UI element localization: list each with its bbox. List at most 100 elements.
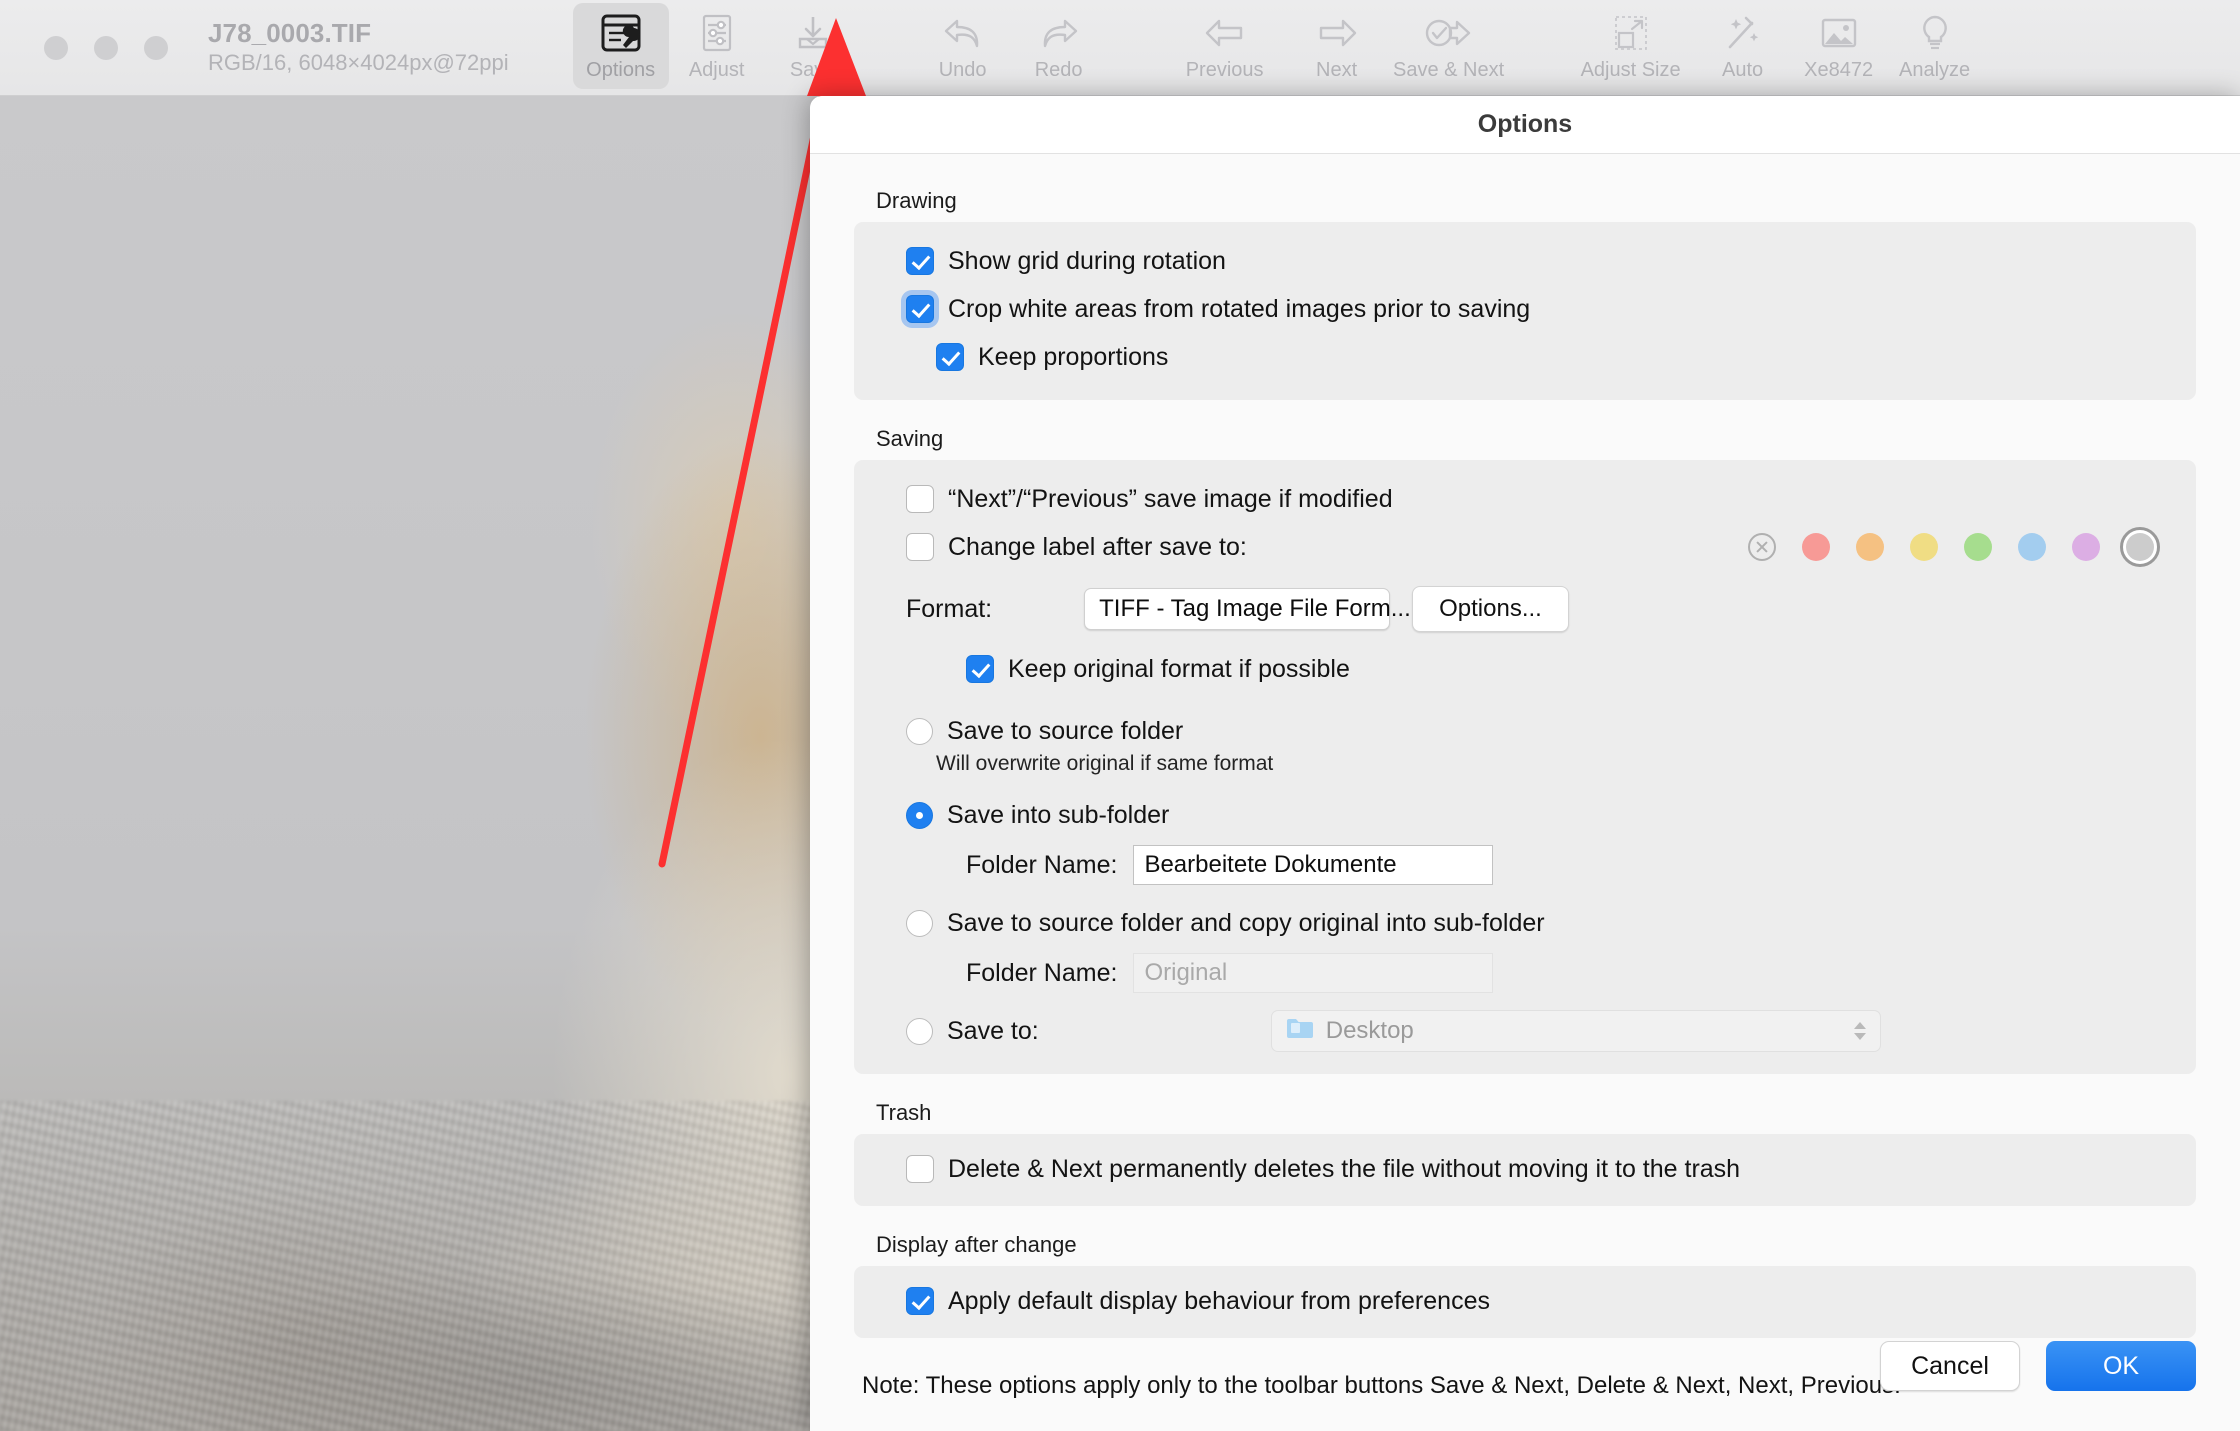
label-color-swatches xyxy=(1742,527,2172,567)
section-label-display-after-change: Display after change xyxy=(876,1232,1077,1257)
toolbar-button-xe8472[interactable]: Xe8472 xyxy=(1791,3,1887,89)
input-folder-name-original[interactable]: Original xyxy=(1133,953,1494,993)
toolbar-button-save-and-next[interactable]: Save & Next xyxy=(1385,3,1513,89)
label-format: Format: xyxy=(906,594,993,623)
maximize-button[interactable] xyxy=(144,35,168,60)
swatch-orange[interactable] xyxy=(1850,527,1890,567)
traffic-lights xyxy=(44,35,168,60)
label-folder-name-subfolder: Folder Name: xyxy=(966,850,1118,879)
swatch-yellow[interactable] xyxy=(1904,527,1944,567)
checkbox-change-label[interactable] xyxy=(906,533,934,561)
resize-icon xyxy=(1610,3,1652,57)
swatch-purple[interactable] xyxy=(2066,527,2106,567)
magic-wand-icon xyxy=(1722,3,1764,57)
swatch-no-label[interactable] xyxy=(1742,527,1782,567)
checkbox-row-show-grid[interactable]: Show grid during rotation xyxy=(906,240,2172,282)
swatch-green[interactable] xyxy=(1958,527,1998,567)
radio-save-into-subfolder[interactable] xyxy=(906,801,933,829)
toolbar-label-previous: Previous xyxy=(1185,58,1264,81)
checkbox-row-crop-white[interactable]: Crop white areas from rotated images pri… xyxy=(906,288,2172,330)
label-save-to: Save to: xyxy=(947,1016,1039,1045)
window-titlebar: J78_0003.TIF RGB/16, 6048×4024px@72ppi O… xyxy=(0,0,2240,96)
toolbar-label-adjust: Adjust xyxy=(688,58,745,81)
hint-save-to-source: Will overwrite original if same format xyxy=(936,752,1274,775)
toolbar-button-auto[interactable]: Auto xyxy=(1695,3,1791,89)
close-button[interactable] xyxy=(44,35,68,60)
label-next-prev-save: “Next”/“Previous” save image if modified xyxy=(948,484,1393,513)
checkbox-row-keep-proportions[interactable]: Keep proportions xyxy=(936,336,2172,378)
label-save-into-subfolder: Save into sub-folder xyxy=(947,800,1170,829)
ok-button[interactable]: OK xyxy=(2046,1341,2196,1391)
dialog-body: Drawing Show grid during rotation Crop w… xyxy=(810,154,2240,1400)
save-to-location-popup[interactable]: Desktop xyxy=(1270,1010,1881,1052)
sliders-icon xyxy=(697,3,737,57)
checkbox-show-grid[interactable] xyxy=(906,247,934,275)
label-show-grid: Show grid during rotation xyxy=(948,246,1226,275)
toolbar-label-auto: Auto xyxy=(1722,58,1764,81)
checkbox-row-next-prev-save[interactable]: “Next”/“Previous” save image if modified xyxy=(906,478,2172,520)
label-folder-name-original: Folder Name: xyxy=(966,958,1118,987)
swatch-gray[interactable] xyxy=(2120,527,2160,567)
label-apply-default-display: Apply default display behaviour from pre… xyxy=(948,1286,1490,1315)
format-options-button[interactable]: Options... xyxy=(1412,586,1569,632)
checkbox-row-change-label[interactable]: Change label after save to: xyxy=(906,526,2172,568)
format-popup-button[interactable]: TIFF - Tag Image File Form... xyxy=(1084,588,1433,630)
folder-name-row-subfolder: Folder Name: Bearbeitete Dokumente xyxy=(966,844,2172,886)
toolbar-button-previous[interactable]: Previous xyxy=(1161,3,1289,89)
file-meta: RGB/16, 6048×4024px@72ppi xyxy=(208,50,509,76)
label-delete-permanently: Delete & Next permanently deletes the fi… xyxy=(948,1154,1741,1183)
toolbar-label-undo: Undo xyxy=(938,58,987,81)
checkbox-delete-permanently[interactable] xyxy=(906,1155,934,1183)
checkbox-keep-proportions[interactable] xyxy=(936,343,964,371)
toolbar-button-adjust[interactable]: Adjust xyxy=(669,3,765,89)
input-folder-name-subfolder[interactable]: Bearbeitete Dokumente xyxy=(1133,845,1494,885)
toolbar-button-save[interactable]: Save xyxy=(765,3,861,89)
radio-save-to-source[interactable] xyxy=(906,717,933,745)
radio-row-save-to[interactable]: Save to: Desktop xyxy=(906,1010,2172,1052)
section-label-drawing: Drawing xyxy=(876,188,957,213)
section-trash: Delete & Next permanently deletes the fi… xyxy=(854,1134,2196,1206)
radio-save-to[interactable] xyxy=(906,1017,933,1045)
options-wrench-icon xyxy=(599,3,643,57)
photo-icon xyxy=(1818,3,1860,57)
format-row: Format: TIFF - Tag Image File Form... Op… xyxy=(906,586,2172,632)
radio-row-save-to-source[interactable]: Save to source folder xyxy=(906,710,2172,752)
lightbulb-icon xyxy=(1917,3,1953,57)
toolbar-button-redo[interactable]: Redo xyxy=(1011,3,1107,89)
save-to-location-value: Desktop xyxy=(1325,1017,1414,1044)
file-name: J78_0003.TIF xyxy=(208,18,372,49)
section-label-saving: Saving xyxy=(876,426,944,451)
checkbox-crop-white[interactable] xyxy=(906,295,934,323)
toolbar-label-next: Next xyxy=(1316,58,1358,81)
checkbox-row-delete-permanently[interactable]: Delete & Next permanently deletes the fi… xyxy=(906,1148,2172,1190)
minimize-button[interactable] xyxy=(94,35,118,60)
hint-row-overwrite: Will overwrite original if same format xyxy=(936,748,2172,780)
toolbar-button-undo[interactable]: Undo xyxy=(915,3,1011,89)
checkbox-apply-default-display[interactable] xyxy=(906,1287,934,1315)
screen: J78_0003.TIF RGB/16, 6048×4024px@72ppi O… xyxy=(0,0,2240,1431)
save-download-icon xyxy=(793,3,833,57)
cancel-button[interactable]: Cancel xyxy=(1880,1341,2020,1391)
checkbox-keep-original-format[interactable] xyxy=(966,655,994,683)
toolbar-label-save-and-next: Save & Next xyxy=(1393,58,1505,81)
section-label-trash: Trash xyxy=(876,1100,932,1125)
section-saving: “Next”/“Previous” save image if modified… xyxy=(854,460,2196,1074)
checkbox-row-keep-original-format[interactable]: Keep original format if possible xyxy=(966,648,2172,690)
dialog-footer: Cancel OK xyxy=(1880,1341,2196,1391)
checkbox-next-prev-save[interactable] xyxy=(906,485,934,513)
radio-save-source-and-copy[interactable] xyxy=(906,909,933,937)
toolbar-button-adjust-size[interactable]: Adjust Size xyxy=(1567,3,1695,89)
checkbox-row-apply-default-display[interactable]: Apply default display behaviour from pre… xyxy=(906,1280,2172,1322)
radio-row-save-into-subfolder[interactable]: Save into sub-folder xyxy=(906,794,2172,836)
label-save-source-and-copy: Save to source folder and copy original … xyxy=(947,908,1545,937)
toolbar-button-analyze[interactable]: Analyze xyxy=(1887,3,1983,89)
toolbar-label-xe8472: Xe8472 xyxy=(1804,58,1874,81)
label-crop-white: Crop white areas from rotated images pri… xyxy=(948,294,1531,323)
swatch-blue[interactable] xyxy=(2012,527,2052,567)
format-popup-value: TIFF - Tag Image File Form... xyxy=(1099,595,1411,622)
toolbar-button-next[interactable]: Next xyxy=(1289,3,1385,89)
toolbar-button-options[interactable]: Options xyxy=(572,2,669,89)
swatch-red[interactable] xyxy=(1796,527,1836,567)
radio-row-save-source-and-copy[interactable]: Save to source folder and copy original … xyxy=(906,902,2172,944)
main-toolbar: Options Adjust Save Undo Redo Previous N… xyxy=(572,0,1983,96)
